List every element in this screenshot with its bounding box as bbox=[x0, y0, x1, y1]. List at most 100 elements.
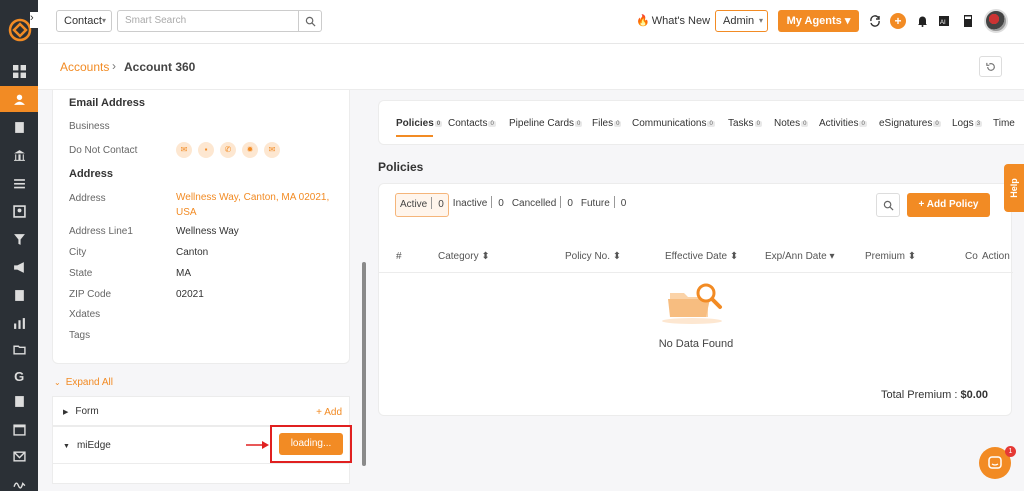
tab-time[interactable]: Time bbox=[993, 118, 1015, 129]
app-logo-icon[interactable] bbox=[8, 18, 32, 42]
state-label: State bbox=[69, 268, 93, 279]
sun-icon[interactable]: ✹ bbox=[242, 142, 258, 158]
do-not-contact-label: Do Not Contact bbox=[69, 145, 138, 156]
annotation-arrow-icon bbox=[246, 441, 269, 449]
refresh-button[interactable] bbox=[979, 56, 1002, 77]
address-line1-value: Wellness Way bbox=[176, 226, 239, 237]
tags-label: Tags bbox=[69, 330, 91, 341]
tab-tasks[interactable]: Tasks 0 bbox=[728, 118, 762, 129]
column-header-co[interactable]: Co bbox=[965, 251, 978, 262]
tab-files[interactable]: Files 0 bbox=[592, 118, 622, 129]
status-tab-count: 0 bbox=[567, 198, 573, 209]
smart-search-input[interactable]: Smart Search bbox=[117, 10, 298, 32]
notes-icon[interactable] bbox=[0, 282, 38, 308]
column-header-premium[interactable]: Premium ⬍ bbox=[865, 251, 916, 262]
whats-new-label: What's New bbox=[651, 15, 711, 27]
form-add-button[interactable]: + Add bbox=[316, 407, 342, 418]
signature-icon[interactable] bbox=[0, 470, 38, 491]
form-section[interactable]: ▶ Form + Add bbox=[52, 396, 350, 426]
tab-logs[interactable]: Logs 3 bbox=[952, 118, 983, 129]
do-not-contact-icons: ✉ ▪ ✆ ✹ ✉ bbox=[176, 142, 280, 158]
bank-icon[interactable] bbox=[0, 142, 38, 168]
tab-policies[interactable]: Policies 0 bbox=[396, 118, 443, 129]
phone-icon[interactable]: ✆ bbox=[220, 142, 236, 158]
email-icon[interactable]: ✉ bbox=[176, 142, 192, 158]
tab-count-badge: 0 bbox=[707, 121, 715, 127]
search-icon[interactable] bbox=[298, 10, 322, 32]
refresh-icon bbox=[985, 62, 995, 71]
svg-text:AI: AI bbox=[940, 20, 946, 26]
bell-icon[interactable] bbox=[914, 13, 930, 29]
contact-card-icon[interactable] bbox=[0, 198, 38, 224]
tab-count-badge: 0 bbox=[754, 121, 762, 127]
chat-icon[interactable]: ▪ bbox=[198, 142, 214, 158]
status-tab-label: Cancelled bbox=[511, 198, 557, 209]
accounts-icon[interactable] bbox=[0, 86, 38, 112]
empty-state-text: No Data Found bbox=[658, 338, 734, 350]
user-avatar[interactable] bbox=[984, 9, 1008, 33]
column-header-policy-no[interactable]: Policy No. ⬍ bbox=[565, 251, 621, 262]
sync-icon[interactable] bbox=[867, 13, 883, 29]
address-heading: Address bbox=[69, 168, 114, 180]
miedge-loading-button[interactable]: loading... bbox=[279, 433, 343, 455]
chat-bubble-icon bbox=[988, 456, 1002, 469]
my-agents-button[interactable]: My Agents ▾ bbox=[778, 10, 859, 32]
folder-icon[interactable] bbox=[0, 336, 38, 362]
tab-notes[interactable]: Notes 0 bbox=[774, 118, 809, 129]
tab-count-badge: 0 bbox=[614, 121, 622, 127]
total-premium-label: Total Premium : bbox=[881, 389, 958, 401]
help-label: Help bbox=[1009, 178, 1019, 198]
account-details-card: Email Address Business Do Not Contact ✉ … bbox=[52, 90, 350, 364]
tab-communications[interactable]: Communications 0 bbox=[632, 118, 715, 129]
calendar-icon[interactable] bbox=[0, 416, 38, 442]
message-icon[interactable]: ✉ bbox=[264, 142, 280, 158]
status-tab-future[interactable]: Future 0 bbox=[577, 193, 630, 217]
status-tab-active[interactable]: Active 0 bbox=[395, 193, 449, 217]
entity-select[interactable]: Contact ▾ bbox=[56, 10, 112, 32]
calculator-icon[interactable] bbox=[960, 13, 976, 29]
policy-search-button[interactable] bbox=[876, 193, 900, 217]
tab-activities[interactable]: Activities 0 bbox=[819, 118, 867, 129]
tab-contacts[interactable]: Contacts 0 bbox=[448, 118, 496, 129]
dashboard-icon[interactable] bbox=[0, 58, 38, 84]
svg-text:G: G bbox=[14, 369, 24, 382]
policy-status-tabs: Active 0 Inactive 0 Cancelled 0 Future 0 bbox=[395, 193, 630, 217]
column-header-exp-ann-date[interactable]: Exp/Ann Date ▾ bbox=[765, 251, 835, 262]
ai-chip-icon[interactable]: AI bbox=[936, 13, 952, 29]
tab-label: Activities bbox=[819, 118, 859, 129]
fire-icon: 🔥 bbox=[636, 15, 650, 27]
calculator-icon[interactable] bbox=[0, 388, 38, 414]
city-label: City bbox=[69, 247, 87, 258]
tab-pipeline-cards[interactable]: Pipeline Cards 0 bbox=[509, 118, 583, 129]
add-policy-button[interactable]: + Add Policy bbox=[907, 193, 990, 217]
filter-icon[interactable] bbox=[0, 226, 38, 252]
documents-icon[interactable] bbox=[0, 114, 38, 140]
column-header-effective-date[interactable]: Effective Date ⬍ bbox=[665, 251, 738, 262]
quick-add-icon[interactable]: + bbox=[890, 13, 906, 29]
email-heading: Email Address bbox=[69, 97, 146, 109]
whats-new-link[interactable]: 🔥 What's New bbox=[636, 14, 710, 27]
google-icon[interactable]: G bbox=[0, 362, 38, 388]
megaphone-icon[interactable] bbox=[0, 254, 38, 280]
list-icon[interactable] bbox=[0, 170, 38, 196]
tab-count-badge: 0 bbox=[488, 121, 496, 127]
status-tab-count: 0 bbox=[438, 199, 444, 210]
page-title: Account 360 bbox=[124, 60, 196, 74]
address-value-link[interactable]: Wellness Way, Canton, MA 02021, USA bbox=[176, 190, 336, 220]
status-tab-cancelled[interactable]: Cancelled 0 bbox=[508, 193, 577, 217]
column-header-category[interactable]: Category ⬍ bbox=[438, 251, 490, 262]
status-tab-inactive[interactable]: Inactive 0 bbox=[449, 193, 508, 217]
entity-select-value: Contact bbox=[64, 15, 102, 27]
reports-icon[interactable] bbox=[0, 310, 38, 336]
tab-esignatures[interactable]: eSignatures 0 bbox=[879, 118, 941, 129]
mail-icon[interactable] bbox=[0, 443, 38, 469]
role-select[interactable]: Admin ▾ bbox=[715, 10, 768, 32]
breadcrumb-accounts-link[interactable]: Accounts bbox=[60, 60, 109, 74]
page-header: Accounts › Account 360 bbox=[38, 44, 1024, 90]
business-label: Business bbox=[69, 121, 110, 132]
form-section-title: ▶ Form bbox=[63, 406, 99, 417]
tab-label: Pipeline Cards bbox=[509, 118, 575, 129]
expand-all-toggle[interactable]: ⌄ Expand All bbox=[54, 377, 113, 388]
left-panel-scrollbar[interactable] bbox=[362, 262, 366, 466]
help-tab[interactable]: Help bbox=[1004, 164, 1024, 212]
